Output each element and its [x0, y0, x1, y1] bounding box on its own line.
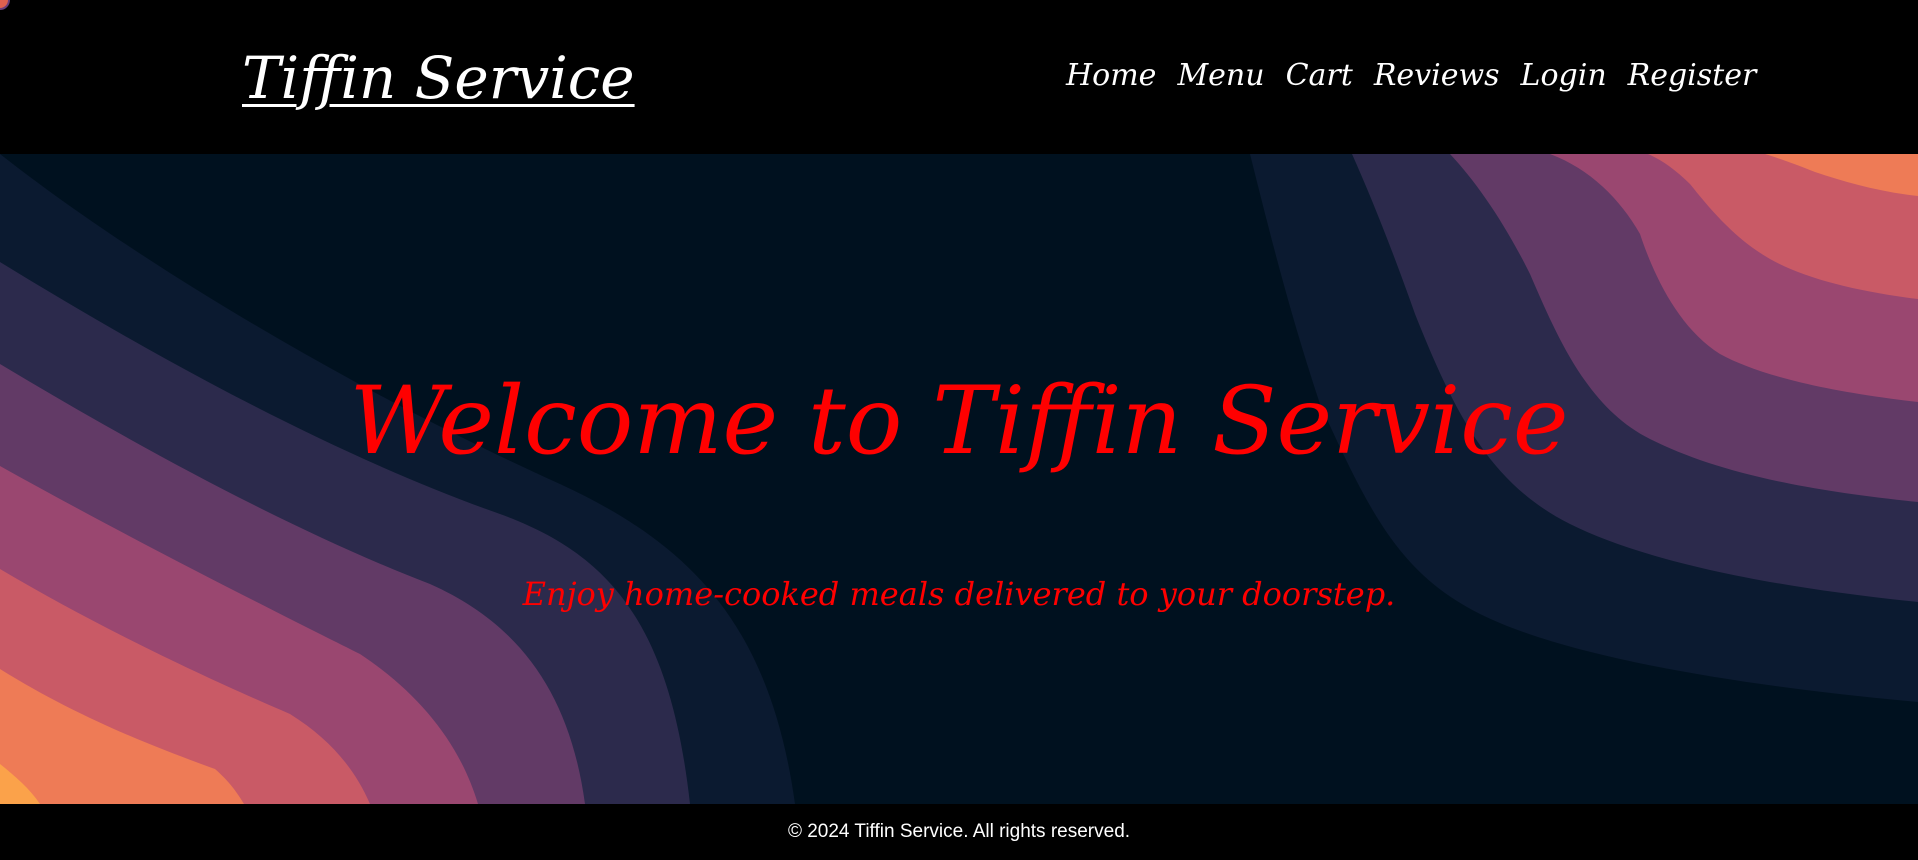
hero-section: Welcome to Tiffin Service Enjoy home-coo… [0, 154, 1918, 804]
site-header: Tiffin Service Home Menu Cart Reviews Lo… [0, 0, 1918, 154]
nav-link-register[interactable]: Register [1628, 54, 1757, 98]
nav-link-menu[interactable]: Menu [1177, 54, 1264, 98]
nav-link-reviews[interactable]: Reviews [1374, 54, 1500, 98]
nav-link-login[interactable]: Login [1521, 54, 1607, 98]
site-footer: © 2024 Tiffin Service. All rights reserv… [0, 804, 1918, 860]
hero-subtitle: Enjoy home-cooked meals delivered to you… [522, 575, 1396, 613]
nav-link-home[interactable]: Home [1066, 54, 1156, 98]
hero-title: Welcome to Tiffin Service [349, 367, 1569, 476]
main-nav: Home Menu Cart Reviews Login Register [1066, 54, 1756, 98]
brand-logo-link[interactable]: Tiffin Service [242, 38, 635, 118]
nav-link-cart[interactable]: Cart [1286, 54, 1353, 98]
footer-copyright: © 2024 Tiffin Service. All rights reserv… [787, 821, 1131, 842]
